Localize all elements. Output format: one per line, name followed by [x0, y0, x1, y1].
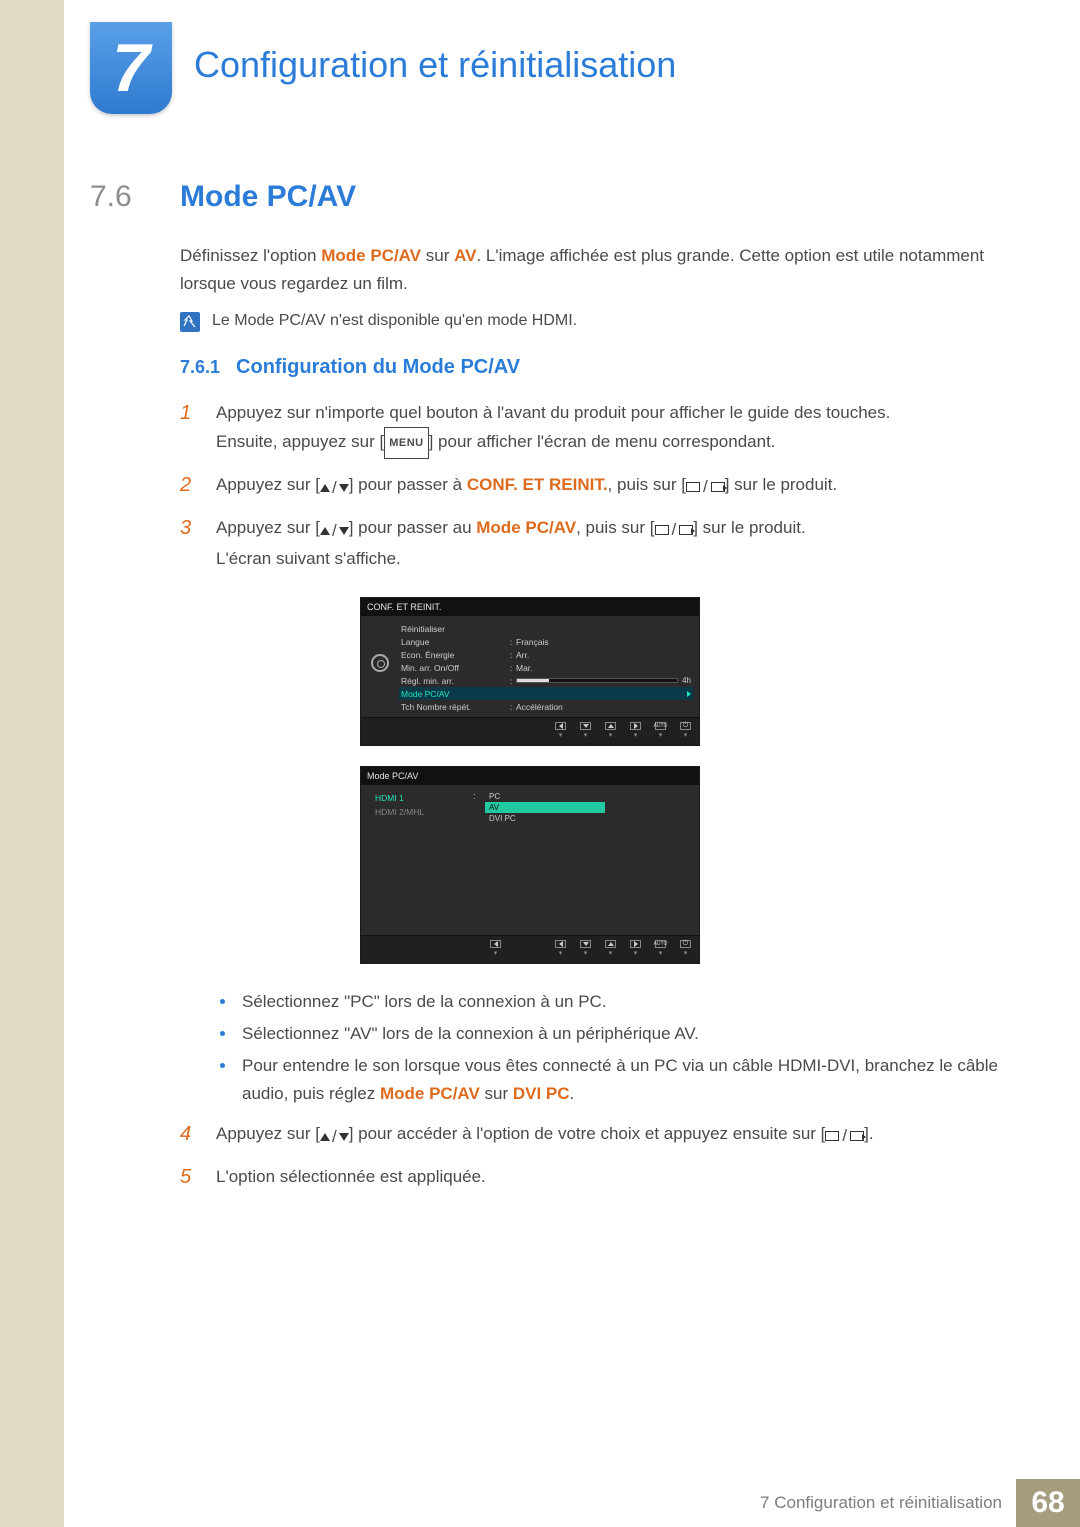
step-2: 2 Appuyez sur [/] pour passer à CONF. ET… — [180, 471, 1000, 502]
osd-mode-pcav: Mode PC/AV HDMI 1HDMI 2/MHL : PCAVDVI PC… — [360, 766, 700, 964]
nav-auto-label: AUTO — [655, 940, 666, 948]
nav-auto-label: AUTO — [655, 722, 666, 730]
nav-right-icon — [630, 940, 641, 948]
osd-conf-reinit: CONF. ET REINIT. RéinitialiserLangue:Fra… — [360, 597, 700, 746]
nav-down-icon — [580, 940, 591, 948]
osd-menu-row: Langue:Français — [399, 635, 693, 648]
intro-paragraph: Définissez l'option Mode PC/AV sur AV. L… — [180, 242, 1000, 298]
osd-source-item: HDMI 2/MHL — [371, 805, 467, 819]
page-content: 7.6 Mode PC/AV Définissez l'option Mode … — [90, 180, 1000, 1203]
steps-list: 1 Appuyez sur n'importe quel bouton à l'… — [180, 399, 1000, 573]
bullet-item: Pour entendre le son lorsque vous êtes c… — [220, 1052, 1000, 1108]
osd-source-item: HDMI 1 — [371, 791, 467, 805]
osd-title: Mode PC/AV — [361, 767, 699, 785]
nav-up-icon — [605, 722, 616, 730]
step-3: 3 Appuyez sur [/] pour passer au Mode PC… — [180, 514, 1000, 573]
osd-option-item: DVI PC — [485, 813, 605, 824]
note-text: Le Mode PC/AV n'est disponible qu'en mod… — [212, 312, 577, 330]
menu-key-icon: MENU — [384, 427, 428, 459]
section-heading: 7.6 Mode PC/AV — [90, 180, 1000, 214]
osd-menu-row: Tch Nombre répét.:Accélération — [399, 700, 693, 713]
up-down-key-icon: / — [320, 517, 349, 545]
up-down-key-icon: / — [320, 474, 349, 502]
power-icon — [680, 940, 691, 948]
subsection-title: Configuration du Mode PC/AV — [236, 356, 520, 379]
up-down-key-icon: / — [320, 1123, 349, 1151]
osd-title: CONF. ET REINIT. — [361, 598, 699, 616]
enter-key-icon: / — [686, 473, 725, 501]
osd-option-item: PC — [485, 791, 605, 802]
gear-icon — [371, 654, 389, 672]
power-icon — [680, 722, 691, 730]
steps-list-cont: 4 Appuyez sur [/] pour accéder à l'optio… — [180, 1120, 1000, 1191]
osd-menu-row: Econ. Énergie:Arr. — [399, 648, 693, 661]
subsection-heading: 7.6.1 Configuration du Mode PC/AV — [180, 356, 1000, 379]
osd-menu-row: Min. arr. On/Off:Mar. — [399, 661, 693, 674]
bullet-list: Sélectionnez "PC" lors de la connexion à… — [220, 988, 1000, 1108]
nav-down-icon — [580, 722, 591, 730]
osd-option-item: AV — [485, 802, 605, 813]
step-5: 5 L'option sélectionnée est appliquée. — [180, 1163, 1000, 1191]
enter-key-icon: / — [655, 516, 694, 544]
subsection-number: 7.6.1 — [180, 357, 220, 378]
bullet-item: Sélectionnez "PC" lors de la connexion à… — [220, 988, 1000, 1016]
footer-text: 7 Configuration et réinitialisation — [760, 1493, 1002, 1513]
nav-left-icon — [555, 722, 566, 730]
page-footer: 7 Configuration et réinitialisation 68 — [0, 1479, 1080, 1527]
osd-menu-row: Régl. min. arr.:4h — [399, 674, 693, 687]
step-1: 1 Appuyez sur n'importe quel bouton à l'… — [180, 399, 1000, 459]
left-sidebar — [0, 0, 64, 1527]
step-4: 4 Appuyez sur [/] pour accéder à l'optio… — [180, 1120, 1000, 1151]
nav-left-icon — [490, 940, 501, 948]
note-icon — [180, 312, 200, 332]
note-row: Le Mode PC/AV n'est disponible qu'en mod… — [180, 312, 1000, 332]
nav-up-icon — [605, 940, 616, 948]
chapter-number-tab: 7 — [90, 22, 172, 114]
nav-right-icon — [630, 722, 641, 730]
nav-left-icon — [555, 940, 566, 948]
osd-illustrations: CONF. ET REINIT. RéinitialiserLangue:Fra… — [360, 597, 1000, 964]
section-number: 7.6 — [90, 180, 154, 214]
osd-menu-row: Réinitialiser — [399, 622, 693, 635]
osd-nav-bar: ▾ ▾ ▾ ▾ AUTO▾ ▾ — [361, 717, 699, 745]
osd-nav-bar: ▾ ▾ ▾ ▾ ▾ AUTO▾ ▾ — [361, 935, 699, 963]
bullet-item: Sélectionnez "AV" lors de la connexion à… — [220, 1020, 1000, 1048]
enter-key-icon: / — [825, 1122, 864, 1150]
section-title: Mode PC/AV — [180, 180, 356, 214]
chapter-title: Configuration et réinitialisation — [194, 44, 676, 86]
footer-page-number: 68 — [1016, 1479, 1080, 1527]
osd-menu-row: Mode PC/AV — [399, 687, 693, 700]
